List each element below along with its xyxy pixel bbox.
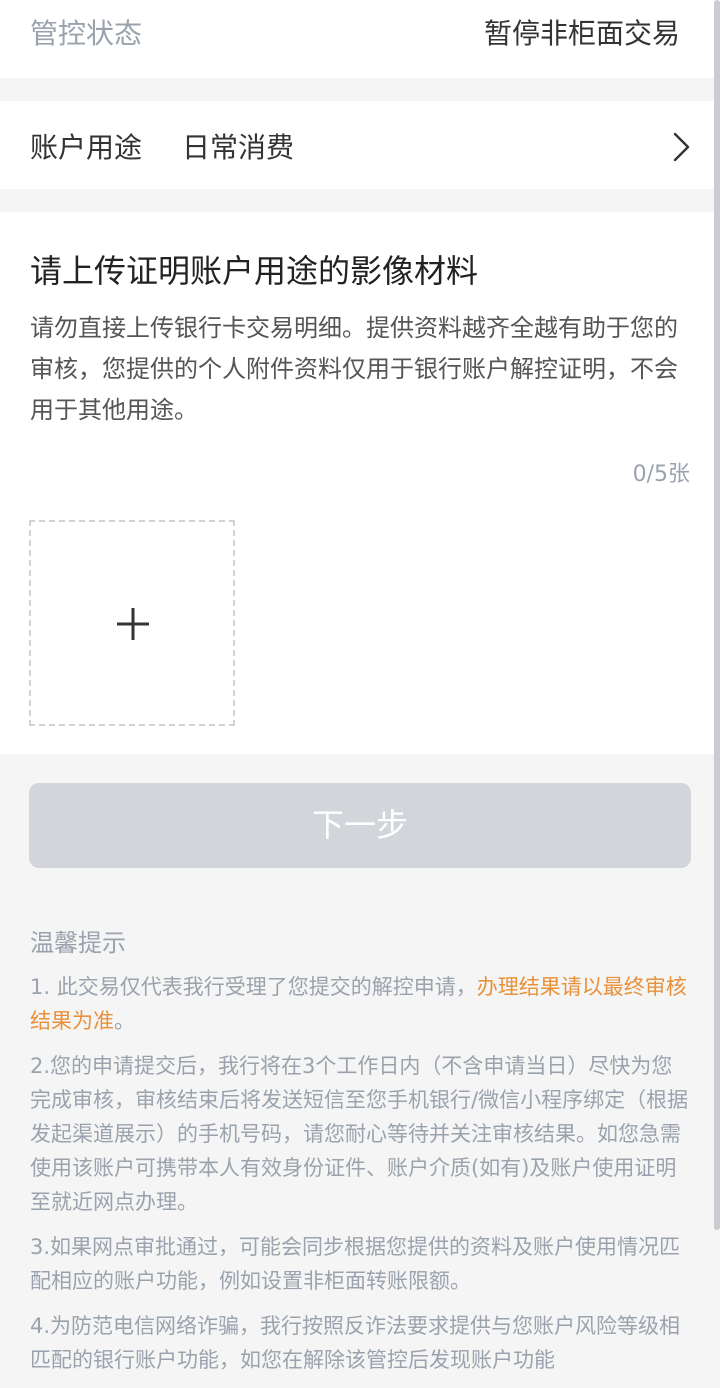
status-label: 管控状态: [30, 17, 143, 50]
next-step-button[interactable]: 下一步: [29, 783, 691, 868]
upload-title: 请上传证明账户用途的影像材料: [30, 252, 479, 290]
account-purpose-value[interactable]: 日常消费: [182, 126, 294, 170]
scrollbar[interactable]: [714, 0, 720, 1230]
tip-suffix: 。: [114, 1009, 135, 1033]
upload-description: 请勿直接上传银行卡交易明细。提供资料越齐全越有助于您的审核，您提供的个人附件资料…: [30, 314, 678, 424]
tips-list: 1. 此交易仅代表我行受理了您提交的解控申请，办理结果请以最终审核结果为准。 2…: [30, 970, 690, 1388]
plus-icon: [117, 608, 149, 640]
tip-item-4: 4.为防范电信网络诈骗，我行按照反诈法要求提供与您账户风险等级相匹配的银行账户功…: [30, 1314, 681, 1372]
upload-count: 0/5张: [632, 462, 690, 487]
tip-item-2: 2.您的申请提交后，我行将在3个工作日内（不含申请当日）尽快为您完成审核，审核结…: [30, 1054, 689, 1214]
status-value: 暂停非柜面交易: [483, 17, 680, 50]
account-purpose-label: 账户用途: [30, 131, 143, 164]
tip-item-1: 1. 此交易仅代表我行受理了您提交的解控申请，办理结果请以最终审核结果为准。: [30, 970, 690, 1038]
tip-item-3: 3.如果网点审批通过，可能会同步根据您提供的资料及账户使用情况匹配相应的账户功能…: [30, 1235, 681, 1293]
tips-title: 温馨提示: [30, 929, 126, 957]
chevron-right-icon[interactable]: [672, 131, 692, 163]
tip-text: 1. 此交易仅代表我行受理了您提交的解控申请，: [30, 975, 477, 999]
add-image-button[interactable]: [29, 520, 235, 726]
